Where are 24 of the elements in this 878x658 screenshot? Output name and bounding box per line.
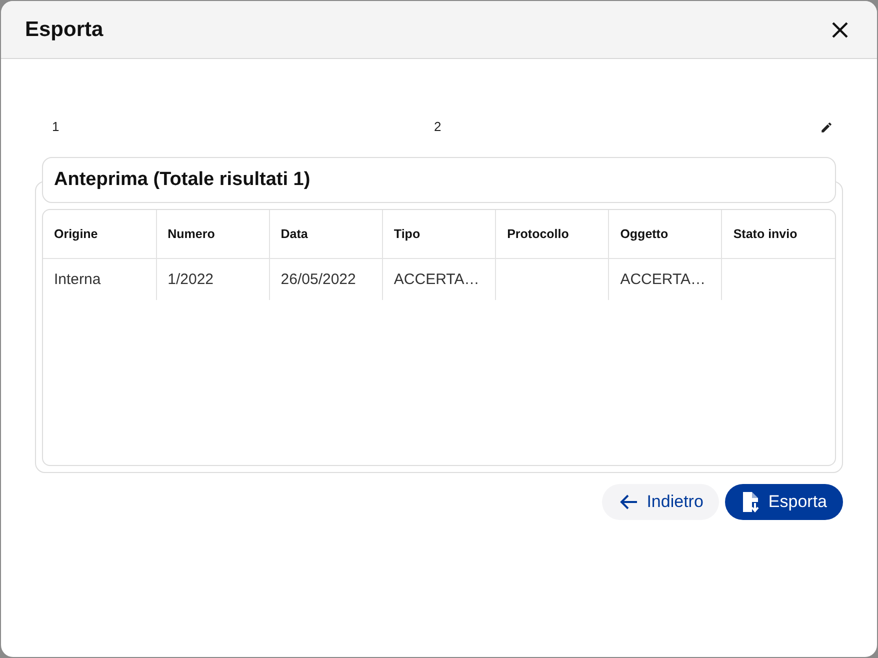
table-cell: 1/2022	[156, 258, 270, 300]
column-header[interactable]: Tipo	[382, 210, 496, 258]
column-header[interactable]: Protocollo	[496, 210, 609, 258]
arrow-left-icon	[618, 492, 639, 512]
table-cell: ACCERTA…	[382, 258, 496, 300]
step-label: 1	[52, 119, 60, 134]
close-icon	[831, 20, 849, 38]
back-button[interactable]: Indietro	[602, 484, 720, 520]
preview-title: Anteprima (Totale risultati 1)	[54, 169, 310, 190]
table-cell: 26/05/2022	[269, 258, 382, 300]
file-download-icon	[742, 491, 760, 513]
export-button[interactable]: Esporta	[725, 484, 843, 520]
pencil-icon	[820, 120, 833, 134]
step-label: 2	[434, 119, 442, 134]
table-cell: ACCERTA…	[608, 258, 722, 300]
column-header[interactable]: Origine	[43, 210, 156, 258]
column-header[interactable]: Data	[269, 210, 382, 258]
close-button[interactable]	[831, 20, 849, 38]
dialog-title: Esporta	[25, 18, 104, 42]
column-header[interactable]: Numero	[156, 210, 270, 258]
edit-button[interactable]	[820, 120, 833, 134]
column-header[interactable]: Oggetto	[608, 210, 722, 258]
column-header[interactable]: Stato invio	[722, 210, 835, 258]
table-cell: Interna	[43, 258, 156, 300]
